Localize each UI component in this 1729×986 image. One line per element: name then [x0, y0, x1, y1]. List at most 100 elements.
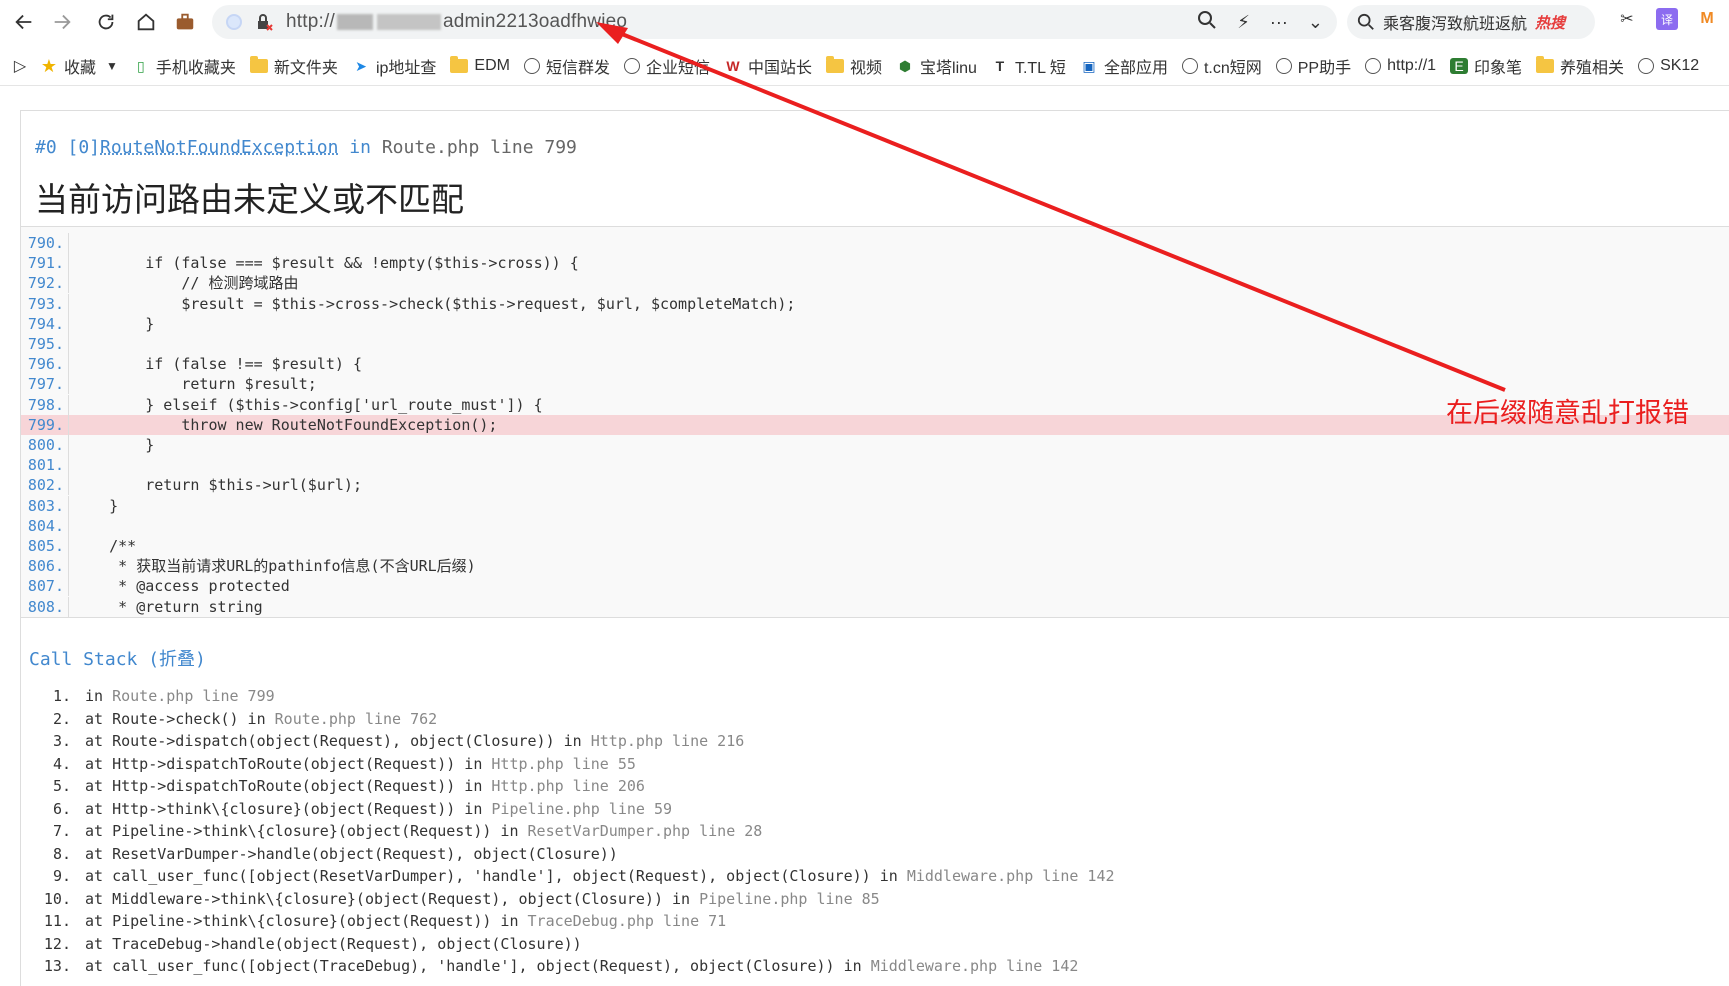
- address-bar[interactable]: http:// admin2213oadfhwieo ⚡ ··· ⌄: [212, 5, 1337, 39]
- bookmark-item[interactable]: PP助手: [1276, 54, 1351, 78]
- scissors-icon[interactable]: ✂: [1616, 8, 1638, 30]
- line-number: 808.: [21, 597, 69, 617]
- source-line: 791. if (false === $result && !empty($th…: [21, 253, 1729, 273]
- bookmark-item[interactable]: 养殖相关: [1536, 54, 1624, 78]
- stack-call: at Http->dispatchToRoute(object(Request)…: [85, 755, 491, 773]
- exception-prefix: #0 [0]: [35, 137, 100, 158]
- source-line: 805. /**: [21, 536, 1729, 556]
- call-stack-item: 9. at call_user_func([object(ResetVarDump…: [21, 865, 1115, 887]
- source-line: 793. $result = $this->cross->check($this…: [21, 294, 1729, 314]
- globe-icon: [624, 58, 640, 74]
- call-stack-item: 6. at Http->think\{closure}(object(Reques…: [21, 798, 672, 820]
- folder-icon: [826, 59, 844, 73]
- more-icon[interactable]: ···: [1270, 12, 1288, 33]
- bolt-icon: ➤: [352, 58, 370, 74]
- hot-search-badge: 热搜: [1535, 12, 1565, 33]
- code-text: * @return string: [73, 597, 263, 617]
- briefcase-icon[interactable]: [167, 4, 203, 40]
- site-info-icon[interactable]: [226, 14, 242, 30]
- stack-index: 7.: [21, 820, 71, 842]
- home-icon[interactable]: [128, 4, 164, 40]
- call-stack-item: 12. at TraceDebug->handle(object(Request)…: [21, 933, 582, 955]
- extension-icon[interactable]: M: [1696, 8, 1718, 30]
- line-number: 796.: [21, 354, 69, 374]
- chevron-down-icon[interactable]: ⌄: [1308, 12, 1323, 33]
- stack-call: at Http->think\{closure}(object(Request)…: [85, 800, 491, 818]
- url-text[interactable]: http:// admin2213oadfhwieo: [286, 11, 627, 33]
- call-stack-item: 10. at Middleware->think\{closure}(object…: [21, 888, 880, 910]
- stack-location: Http.php line 216: [591, 732, 745, 750]
- stack-location: Pipeline.php line 85: [699, 890, 880, 908]
- translate-icon[interactable]: 译: [1656, 8, 1678, 30]
- stack-index: 13.: [21, 955, 71, 977]
- bookmark-item[interactable]: EDM: [450, 57, 510, 75]
- source-line: 795.: [21, 334, 1729, 354]
- code-text: if (false === $result && !empty($this->c…: [73, 253, 579, 273]
- apps-icon: ▣: [1080, 58, 1098, 74]
- stack-index: 8.: [21, 843, 71, 865]
- stack-location: Pipeline.php line 59: [491, 800, 672, 818]
- line-number: 806.: [21, 556, 69, 576]
- bookmark-item[interactable]: SK12: [1638, 57, 1699, 75]
- line-number: 801.: [21, 455, 69, 475]
- call-stack-item: 4. at Http->dispatchToRoute(object(Reques…: [21, 753, 636, 775]
- stack-index: 12.: [21, 933, 71, 955]
- t-icon: T: [991, 58, 1009, 74]
- search-box[interactable]: 乘客腹泻致航班返航 热搜: [1347, 5, 1595, 39]
- code-text: if (false !== $result) {: [73, 354, 362, 374]
- insecure-lock-icon[interactable]: [254, 12, 274, 32]
- source-line: 801.: [21, 455, 1729, 475]
- code-text: throw new RouteNotFoundException();: [73, 415, 497, 435]
- bookmark-item[interactable]: t.cn短网: [1182, 54, 1262, 78]
- line-number: 807.: [21, 576, 69, 596]
- bookmark-item[interactable]: E 印象笔: [1450, 54, 1522, 78]
- reload-icon[interactable]: [88, 4, 124, 40]
- bookmark-item[interactable]: 短信群发: [524, 54, 610, 78]
- stack-index: 4.: [21, 753, 71, 775]
- bookmark-item[interactable]: ⬢ 宝塔linu: [896, 54, 977, 78]
- bookmark-item[interactable]: 新文件夹: [250, 54, 338, 78]
- source-line: 804.: [21, 516, 1729, 536]
- search-icon: [1357, 13, 1375, 31]
- call-stack-item: 11. at Pipeline->think\{closure}(object(R…: [21, 910, 726, 932]
- bookmark-item[interactable]: 企业短信: [624, 54, 710, 78]
- globe-icon: [1182, 58, 1198, 74]
- stack-index: 11.: [21, 910, 71, 932]
- forward-icon[interactable]: [44, 4, 80, 40]
- globe-icon: [1638, 58, 1654, 74]
- shield-icon: ⬢: [896, 58, 914, 74]
- line-number: 794.: [21, 314, 69, 334]
- bookmark-item[interactable]: ▯ 手机收藏夹: [132, 54, 236, 78]
- bookmark-item[interactable]: http://1: [1365, 57, 1436, 75]
- bookmark-item[interactable]: ➤ ip地址查: [352, 54, 436, 78]
- stack-location: Route.php line 799: [112, 687, 275, 705]
- url-suffix: admin2213oadfhwieo: [443, 11, 627, 33]
- line-number: 802.: [21, 475, 69, 495]
- bookmark-item[interactable]: T T.TL 短: [991, 54, 1066, 78]
- back-icon[interactable]: [6, 4, 42, 40]
- exception-class-link[interactable]: RouteNotFoundException: [100, 137, 338, 158]
- exception-header: #0 [0]RouteNotFoundException in Route.ph…: [35, 137, 577, 158]
- zoom-icon[interactable]: [1197, 10, 1217, 35]
- stack-index: 2.: [21, 708, 71, 730]
- call-stack-title[interactable]: Call Stack (折叠): [29, 645, 206, 671]
- source-line: 807. * @access protected: [21, 576, 1729, 596]
- source-line: 790.: [21, 233, 1729, 253]
- bookmark-item[interactable]: ▣ 全部应用: [1080, 54, 1168, 78]
- stack-call: at Pipeline->think\{closure}(object(Requ…: [85, 822, 528, 840]
- call-stack-item: 1. in Route.php line 799: [21, 685, 275, 707]
- code-text: // 检测跨域路由: [73, 273, 298, 293]
- sidebar-toggle-icon[interactable]: ▷: [0, 56, 40, 76]
- line-number: 793.: [21, 294, 69, 314]
- stack-index: 3.: [21, 730, 71, 752]
- line-number: 799.: [21, 415, 69, 435]
- line-number: 798.: [21, 395, 69, 415]
- folder-icon: [250, 59, 268, 73]
- bookmark-favorites[interactable]: ★ 收藏 ▼: [40, 54, 118, 78]
- lightning-icon[interactable]: ⚡: [1237, 12, 1250, 33]
- stack-index: 5.: [21, 775, 71, 797]
- bookmark-item[interactable]: W 中国站长: [724, 54, 812, 78]
- source-line: 792. // 检测跨域路由: [21, 273, 1729, 293]
- stack-call: at Pipeline->think\{closure}(object(Requ…: [85, 912, 528, 930]
- bookmark-item[interactable]: 视频: [826, 54, 882, 78]
